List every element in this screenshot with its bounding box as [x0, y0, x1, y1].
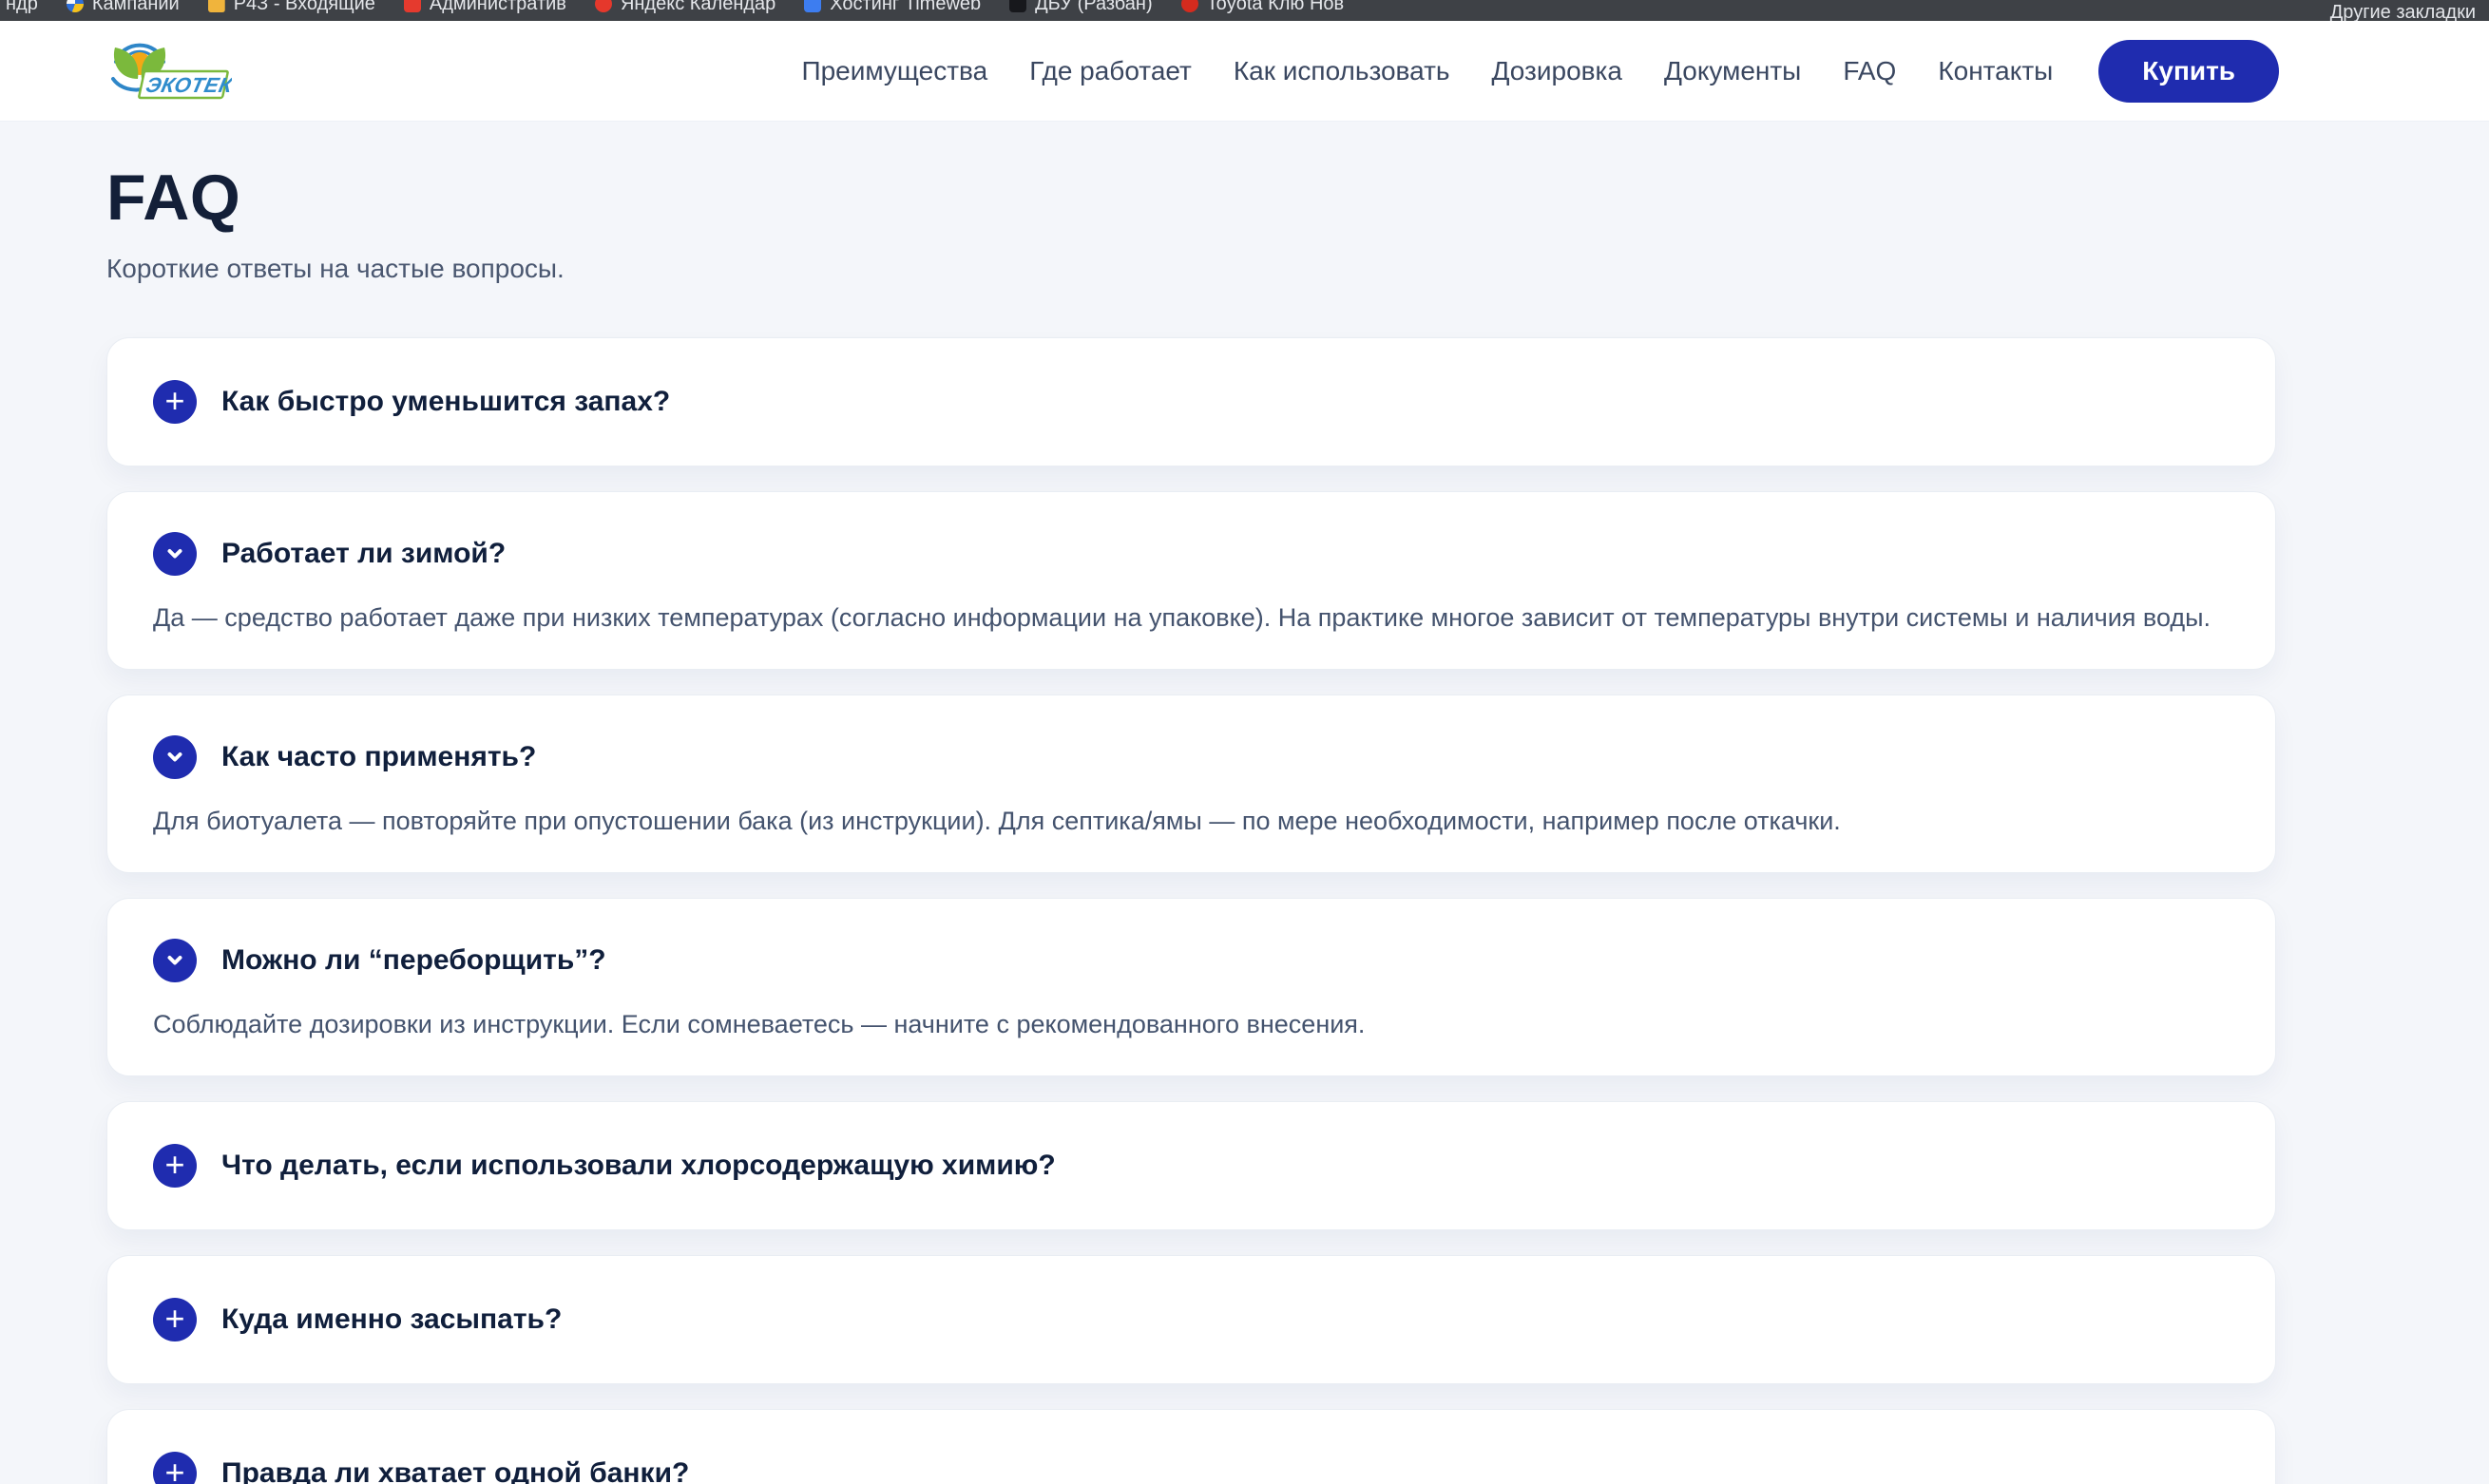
faq-question-row[interactable]: Как часто применять? [153, 735, 2230, 779]
faq-question-row[interactable]: Можно ли “переборщить”? [153, 939, 2230, 982]
bookmark-label: Toyota Клю Нов [1207, 0, 1345, 15]
bookmark-item[interactable]: Яндекс Календар [595, 0, 775, 15]
faq-answer: Соблюдайте дозировки из инструкции. Если… [153, 1005, 2230, 1043]
bookmark-item[interactable]: ДБУ (Разбан) [1009, 0, 1152, 15]
toyota-icon [1181, 0, 1198, 12]
faq-question[interactable]: Работает ли зимой? [221, 538, 506, 570]
faq-question[interactable]: Можно ли “переборщить”? [221, 944, 606, 977]
bookmark-item[interactable]: Административ [404, 0, 566, 15]
bookmark-label: Яндекс Календар [621, 0, 775, 15]
nav-item[interactable]: Где работает [1029, 56, 1192, 86]
nav-item[interactable]: FAQ [1843, 56, 1896, 86]
faq-item: + Что делать, если использовали хлорсодер… [106, 1101, 2276, 1230]
plus-glyph: + [164, 1148, 184, 1182]
plus-icon[interactable]: + [153, 1144, 197, 1188]
faq-question-row[interactable]: + Что делать, если использовали хлорсодер… [153, 1144, 2230, 1188]
faq-question-row[interactable]: + Куда именно засыпать? [153, 1298, 2230, 1341]
nav-item[interactable]: Дозировка [1491, 56, 1621, 86]
bookmarks-row: ндр Кампании Р4З - Входящие Административ Ян… [6, 0, 2330, 21]
doc-icon [1009, 0, 1026, 12]
page-title: FAQ [106, 163, 2276, 233]
bookmark-item[interactable]: Р4З - Входящие [208, 0, 375, 15]
bookmark-label: ндр [6, 0, 38, 15]
faq-question[interactable]: Как быстро уменьшится запах? [221, 386, 670, 418]
logo-text: ЭКОТЕК [144, 73, 232, 97]
chevron-glyph [164, 950, 185, 971]
buy-button[interactable]: Купить [2098, 40, 2279, 103]
nav-item[interactable]: Преимущества [801, 56, 987, 86]
bookmarks-bar: ндр Кампании Р4З - Входящие Административ Ян… [0, 0, 2489, 21]
plus-glyph: + [164, 384, 184, 418]
bookmark-label: Кампании [92, 0, 180, 15]
site-header: ЭКОТЕК Преимущества Где работает Как испол… [0, 21, 2489, 122]
chevron-down-icon[interactable] [153, 735, 197, 779]
bookmark-item[interactable]: Хостинг Timeweb [804, 0, 981, 15]
faq-item: + Куда именно засыпать? [106, 1255, 2276, 1384]
plus-icon[interactable]: + [153, 1298, 197, 1341]
bookmark-label: Хостинг Timeweb [830, 0, 981, 15]
bookmark-item[interactable]: ндр [6, 0, 38, 15]
folder-icon [208, 0, 225, 12]
faq-question-row[interactable]: Работает ли зимой? [153, 532, 2230, 576]
play-icon [404, 0, 421, 12]
faq-question[interactable]: Как часто применять? [221, 741, 536, 773]
bookmark-label: Административ [430, 0, 566, 15]
chevron-down-icon[interactable] [153, 939, 197, 982]
plus-icon[interactable]: + [153, 1452, 197, 1484]
faq-item: Можно ли “переборщить”? Соблюдайте дозиро… [106, 898, 2276, 1076]
faq-item: Как часто применять? Для биотуалета — пов… [106, 694, 2276, 873]
faq-answer: Да — средство работает даже при низких т… [153, 599, 2230, 637]
bookmark-item[interactable]: Toyota Клю Нов [1181, 0, 1345, 15]
plus-glyph: + [164, 1455, 184, 1484]
faq-item: + Как быстро уменьшится запах? [106, 337, 2276, 466]
hosting-icon [804, 0, 821, 12]
bookmark-label: ДБУ (Разбан) [1035, 0, 1152, 15]
calendar-icon [595, 0, 612, 12]
faq-question[interactable]: Куда именно засыпать? [221, 1303, 562, 1336]
chevron-glyph [164, 543, 185, 564]
plus-icon[interactable]: + [153, 380, 197, 424]
faq-item: + Правда ли хватает одной банки? [106, 1409, 2276, 1484]
chevron-glyph [164, 747, 185, 768]
faq-question-row[interactable]: + Как быстро уменьшится запах? [153, 380, 2230, 424]
faq-list: + Как быстро уменьшится запах? Работает ли… [106, 337, 2276, 1484]
bookmark-label: Р4З - Входящие [234, 0, 375, 15]
ecotek-logo-image: ЭКОТЕК [106, 35, 232, 102]
faq-question-row[interactable]: + Правда ли хватает одной банки? [153, 1452, 2230, 1484]
chevron-down-icon[interactable] [153, 532, 197, 576]
other-bookmarks-button[interactable]: Другие закладки [2330, 2, 2476, 21]
main-nav: Преимущества Где работает Как использовать… [801, 56, 2053, 86]
faq-question[interactable]: Правда ли хватает одной банки? [221, 1457, 689, 1484]
sphere-icon [67, 0, 84, 12]
faq-item: Работает ли зимой? Да — средство работает… [106, 491, 2276, 670]
faq-section: FAQ Короткие ответы на частые вопросы. +… [106, 163, 2276, 1484]
ecotek-logo[interactable]: ЭКОТЕК [106, 35, 232, 106]
faq-answer: Для биотуалета — повторяйте при опустоше… [153, 802, 2230, 840]
page-subtitle: Короткие ответы на частые вопросы. [106, 254, 2276, 284]
nav-item[interactable]: Контакты [1938, 56, 2053, 86]
browser-window: ндр Кампании Р4З - Входящие Административ Ян… [0, 0, 2489, 1484]
plus-glyph: + [164, 1302, 184, 1336]
nav-item[interactable]: Как использовать [1234, 56, 1450, 86]
bookmark-item[interactable]: Кампании [67, 0, 180, 15]
faq-question[interactable]: Что делать, если использовали хлорсодерж… [221, 1150, 1056, 1182]
nav-item[interactable]: Документы [1664, 56, 1801, 86]
